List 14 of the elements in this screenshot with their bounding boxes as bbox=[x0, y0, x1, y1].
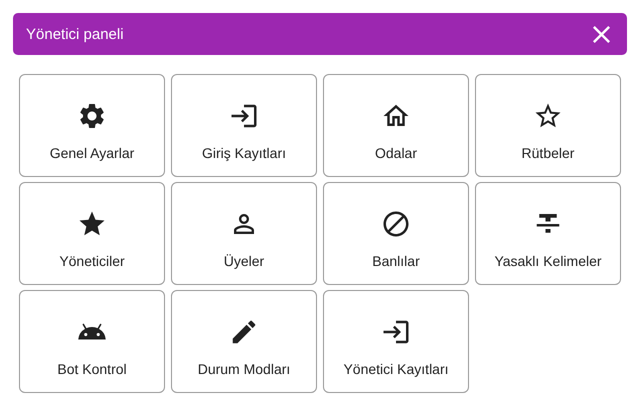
menu-tile[interactable]: Yöneticiler bbox=[19, 182, 165, 285]
close-icon[interactable] bbox=[593, 26, 610, 42]
panel-title: Yönetici paneli bbox=[26, 26, 124, 42]
menu-tile[interactable]: Yasaklı Kelimeler bbox=[475, 182, 621, 285]
menu-tile[interactable]: Odalar bbox=[323, 74, 469, 177]
block-icon bbox=[381, 208, 411, 238]
menu-tile[interactable]: Yönetici Kayıtları bbox=[323, 290, 469, 393]
menu-tile[interactable]: Giriş Kayıtları bbox=[171, 74, 317, 177]
menu-tile[interactable]: Rütbeler bbox=[475, 74, 621, 177]
menu-tile[interactable]: Genel Ayarlar bbox=[19, 74, 165, 177]
menu-tile[interactable]: Durum Modları bbox=[171, 290, 317, 393]
menu-tile[interactable]: Bot Kontrol bbox=[19, 290, 165, 393]
menu-tile[interactable]: Üyeler bbox=[171, 182, 317, 285]
menu-tile[interactable]: Banlılar bbox=[323, 182, 469, 285]
